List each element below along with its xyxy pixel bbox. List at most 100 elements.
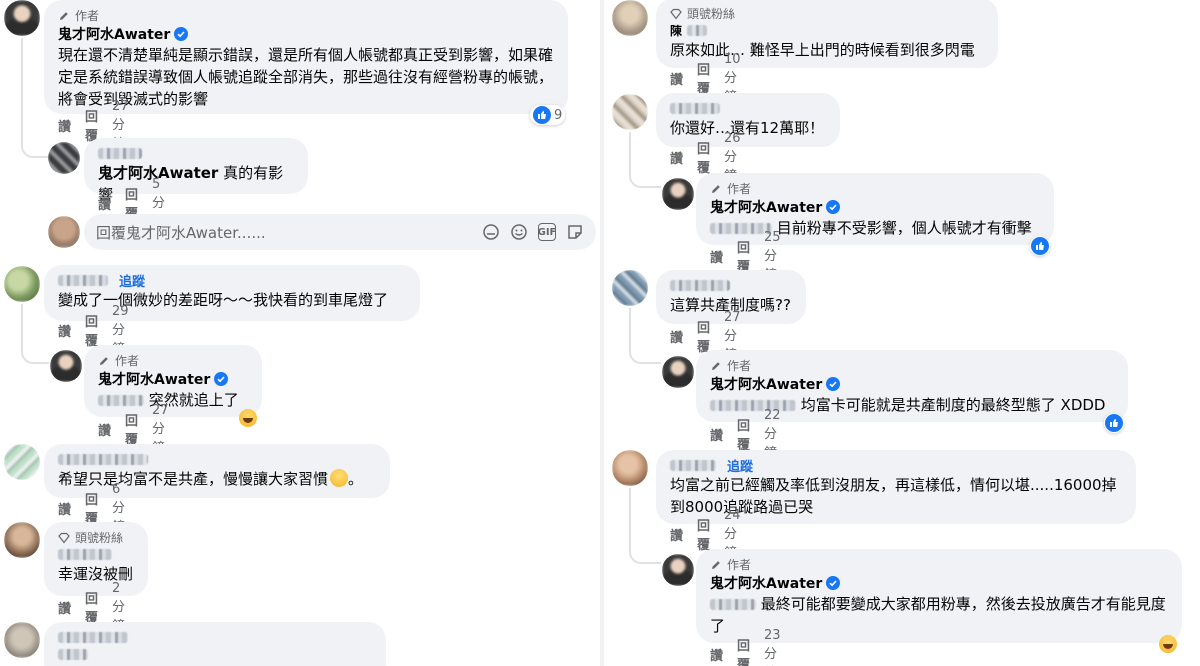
avatar[interactable] [4, 522, 40, 558]
comment-actions: 讚 回覆 22分鐘 [710, 408, 781, 461]
gif-icon[interactable]: GIF [538, 223, 556, 241]
avatar[interactable] [4, 0, 40, 36]
like-button[interactable]: 讚 [670, 148, 683, 167]
blurred-name[interactable] [670, 103, 720, 114]
author-label: 作者 [115, 354, 140, 368]
blurred-name[interactable] [58, 275, 108, 286]
avatar[interactable] [662, 554, 694, 586]
blurred-name[interactable] [670, 460, 716, 471]
comment-bubble: 作者 鬼才阿水Awater 目前粉專不受影響，個人帳號才有衝擊 [696, 173, 1054, 245]
comment-text: 原來如此… 難怪早上出門的時候看到很多閃電 [670, 41, 975, 59]
comment-bubble: 你還好…還有12萬耶！ [656, 93, 840, 147]
top-fan-badge: 頭號粉絲 [687, 7, 736, 21]
commenter-name[interactable]: 鬼才阿水Awater [710, 197, 822, 217]
author-label: 作者 [727, 359, 752, 373]
reaction-count[interactable]: 9 [530, 105, 566, 125]
reaction-count[interactable] [1156, 634, 1180, 654]
like-button[interactable]: 讚 [710, 645, 723, 664]
verified-badge-icon [826, 377, 841, 391]
pencil-icon [98, 355, 110, 367]
blurred-name[interactable] [58, 632, 128, 643]
avatar[interactable] [50, 350, 82, 382]
blurred-name[interactable] [670, 280, 730, 291]
reply-placeholder: 回覆鬼才阿水Awater...... [96, 223, 266, 242]
reply-button[interactable]: 回覆 [697, 59, 710, 97]
like-button[interactable]: 讚 [58, 321, 71, 340]
like-button[interactable]: 讚 [58, 499, 71, 518]
comment-actions: 讚 回覆 24分鐘 [670, 508, 741, 561]
left-comment-column: 作者 鬼才阿水Awater 現在還不清楚單純是顯示錯誤，還是所有個人帳號都真正受… [0, 0, 600, 666]
like-button[interactable]: 讚 [98, 194, 111, 213]
reply-button[interactable]: 回覆 [697, 317, 710, 355]
reply-button[interactable]: 回覆 [737, 415, 750, 453]
comment-actions: 讚 回覆 27分鐘 [58, 99, 129, 152]
blurred-mention[interactable] [710, 599, 756, 610]
comment-actions: 讚 回覆 29分鐘 [58, 304, 129, 357]
blurred-name[interactable] [58, 549, 112, 560]
like-button[interactable]: 讚 [670, 69, 683, 88]
reaction-count[interactable] [1030, 236, 1050, 256]
thread-line [21, 304, 49, 364]
commenter-name[interactable]: 鬼才阿水Awater [58, 24, 170, 44]
reaction-count[interactable] [1104, 413, 1124, 433]
comment-actions: 讚 回覆 27分鐘 [98, 403, 169, 456]
blurred-name[interactable] [98, 148, 142, 159]
reply-button[interactable]: 回覆 [697, 515, 710, 553]
avatar[interactable] [612, 450, 648, 486]
avatar[interactable] [662, 356, 694, 388]
avatar[interactable] [612, 270, 648, 306]
comment-actions: 讚 回覆 26分鐘 [670, 131, 741, 184]
right-comment-column: 頭號粉絲 陳 原來如此… 難怪早上出門的時候看到很多閃電 讚 回覆 10分鐘 你… [604, 0, 1200, 666]
reply-button[interactable]: 回覆 [697, 138, 710, 176]
verified-badge-icon [826, 200, 841, 214]
avatar[interactable] [4, 622, 40, 658]
like-reaction-icon [533, 106, 551, 124]
sticker-icon[interactable] [566, 223, 584, 241]
commenter-name[interactable]: 鬼才阿水Awater [710, 573, 822, 593]
comment-bubble: 頭號粉絲 陳 原來如此… 難怪早上出門的時候看到很多閃電 [656, 0, 998, 68]
reply-button[interactable]: 回覆 [737, 635, 750, 666]
commenter-name[interactable]: 鬼才阿水Awater [98, 369, 210, 389]
verified-badge-icon [174, 27, 189, 41]
emoji-icon[interactable] [510, 223, 528, 241]
avatar[interactable] [662, 178, 694, 210]
comment-text: 目前粉專不受影響，個人帳號才有衝擊 [776, 219, 1032, 237]
reply-button[interactable]: 回覆 [85, 311, 98, 349]
avatar-sticker-icon[interactable] [482, 223, 500, 241]
reply-input[interactable]: 回覆鬼才阿水Awater...... GIF [84, 214, 596, 250]
pencil-icon [710, 360, 722, 372]
avatar[interactable] [4, 266, 40, 302]
blurred-mention[interactable] [98, 395, 144, 406]
comment-text: 希望只是均富不是共產，慢慢讓大家習慣 [58, 470, 329, 488]
follow-button[interactable]: 追蹤 [119, 271, 145, 290]
reaction-count[interactable] [236, 408, 260, 428]
blurred-mention[interactable] [710, 223, 772, 234]
avatar[interactable] [612, 0, 648, 36]
reply-button[interactable]: 回覆 [85, 588, 98, 626]
like-button[interactable]: 讚 [670, 525, 683, 544]
avatar[interactable] [48, 142, 80, 174]
blurred-name [687, 25, 708, 36]
comment-text: 你還好…還有12萬耶！ [670, 119, 825, 137]
like-button[interactable]: 讚 [58, 598, 71, 617]
like-button[interactable]: 讚 [710, 247, 723, 266]
follow-button[interactable]: 追蹤 [727, 456, 753, 475]
like-button[interactable]: 讚 [710, 425, 723, 444]
author-badge: 作者 [58, 7, 554, 24]
like-button[interactable]: 讚 [670, 327, 683, 346]
pencil-icon [710, 183, 722, 195]
commenter-name[interactable]: 陳 [670, 22, 682, 39]
reply-button[interactable]: 回覆 [125, 410, 138, 448]
thread-line [629, 132, 661, 188]
avatar[interactable] [4, 444, 40, 480]
commenter-name[interactable]: 鬼才阿水Awater [710, 374, 822, 394]
verified-badge-icon [214, 372, 229, 386]
like-button[interactable]: 讚 [58, 116, 71, 135]
avatar[interactable] [612, 94, 648, 130]
blurred-mention[interactable] [710, 400, 796, 411]
like-button[interactable]: 讚 [98, 420, 111, 439]
comment-bubble: 作者 鬼才阿水Awater 突然就追上了 [84, 345, 262, 417]
blurred-name[interactable] [58, 454, 148, 465]
comment-time[interactable]: 23分鐘 [764, 628, 781, 666]
comment-text: 均富卡可能就是共產制度的最終型態了 XDDD [800, 396, 1106, 414]
